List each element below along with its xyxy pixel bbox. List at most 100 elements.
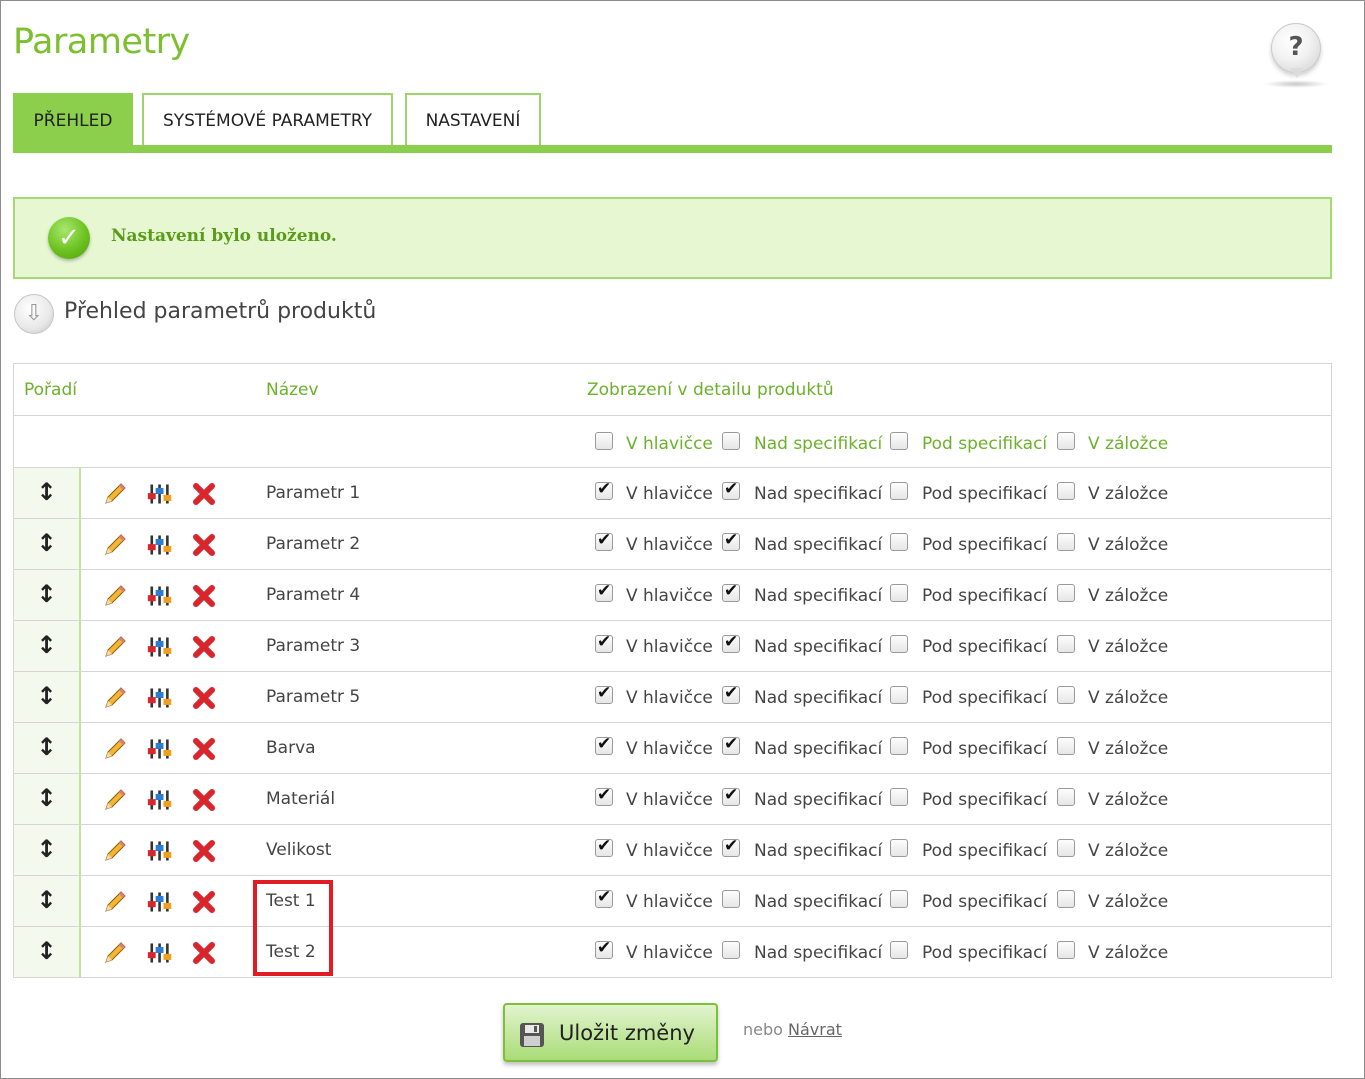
delete-icon[interactable] — [191, 889, 217, 915]
checkbox-pod[interactable] — [890, 635, 908, 653]
back-link[interactable]: Návrat — [788, 1020, 842, 1039]
pencil-icon[interactable] — [102, 634, 128, 660]
delete-icon[interactable] — [191, 481, 217, 507]
help-button[interactable]: ? — [1271, 23, 1321, 78]
filter-checkbox-nad[interactable] — [722, 432, 740, 450]
checkbox-pod[interactable] — [890, 839, 908, 857]
delete-icon[interactable] — [191, 736, 217, 762]
checkbox-pod[interactable] — [890, 533, 908, 551]
delete-icon[interactable] — [191, 583, 217, 609]
checkbox-zalozce[interactable] — [1057, 584, 1075, 602]
delete-icon[interactable] — [191, 787, 217, 813]
delete-icon[interactable] — [191, 940, 217, 966]
delete-icon[interactable] — [191, 634, 217, 660]
label-hlavicce: V hlavičce — [626, 943, 713, 963]
drag-handle[interactable]: ↕ — [14, 927, 81, 977]
checkbox-pod[interactable] — [890, 890, 908, 908]
sliders-icon[interactable] — [147, 532, 173, 558]
sliders-icon[interactable] — [147, 889, 173, 915]
checkbox-nad[interactable] — [722, 479, 740, 500]
checkbox-nad[interactable] — [722, 683, 740, 704]
arrow-down-icon[interactable]: ⇩ — [14, 294, 54, 334]
checkbox-hlavicce[interactable] — [595, 836, 613, 857]
tab-systemove-parametry[interactable]: SYSTÉMOVÉ PARAMETRY — [142, 93, 393, 145]
checkbox-hlavicce[interactable] — [595, 887, 613, 908]
checkbox-zalozce[interactable] — [1057, 737, 1075, 755]
pencil-icon[interactable] — [102, 940, 128, 966]
tab-underline — [13, 145, 1332, 153]
drag-handle[interactable]: ↕ — [14, 570, 81, 620]
checkbox-hlavicce[interactable] — [595, 938, 613, 959]
save-button[interactable]: Uložit změny — [503, 1003, 718, 1062]
checkbox-nad[interactable] — [722, 890, 740, 908]
checkbox-hlavicce[interactable] — [595, 632, 613, 653]
sliders-icon[interactable] — [147, 940, 173, 966]
sliders-icon[interactable] — [147, 685, 173, 711]
pencil-icon[interactable] — [102, 889, 128, 915]
checkbox-pod[interactable] — [890, 686, 908, 704]
pencil-icon[interactable] — [102, 481, 128, 507]
checkbox-hlavicce[interactable] — [595, 683, 613, 704]
filter-checkbox-pod[interactable] — [890, 432, 908, 450]
checkbox-pod[interactable] — [890, 941, 908, 959]
delete-icon[interactable] — [191, 685, 217, 711]
tab-prehled[interactable]: PŘEHLED — [13, 93, 133, 145]
checkbox-pod[interactable] — [890, 737, 908, 755]
delete-icon[interactable] — [191, 838, 217, 864]
label-pod: Pod specifikací — [922, 586, 1048, 606]
pencil-icon[interactable] — [102, 787, 128, 813]
checkbox-zalozce[interactable] — [1057, 482, 1075, 500]
sliders-icon[interactable] — [147, 787, 173, 813]
sliders-icon[interactable] — [147, 736, 173, 762]
checkbox-zalozce[interactable] — [1057, 635, 1075, 653]
label-nad: Nad specifikací — [754, 739, 883, 759]
delete-icon[interactable] — [191, 532, 217, 558]
checkbox-zalozce[interactable] — [1057, 533, 1075, 551]
checkbox-nad[interactable] — [722, 785, 740, 806]
pencil-icon[interactable] — [102, 685, 128, 711]
checkbox-hlavicce[interactable] — [595, 530, 613, 551]
drag-handle[interactable]: ↕ — [14, 519, 81, 569]
checkbox-zalozce[interactable] — [1057, 839, 1075, 857]
label-zalozce: V záložce — [1088, 637, 1169, 657]
checkbox-hlavicce[interactable] — [595, 734, 613, 755]
checkbox-zalozce[interactable] — [1057, 686, 1075, 704]
checkbox-hlavicce[interactable] — [595, 479, 613, 500]
checkbox-pod[interactable] — [890, 788, 908, 806]
sliders-icon[interactable] — [147, 481, 173, 507]
pencil-icon[interactable] — [102, 736, 128, 762]
checkbox-nad[interactable] — [722, 581, 740, 602]
checkbox-zalozce[interactable] — [1057, 941, 1075, 959]
drag-handle[interactable]: ↕ — [14, 723, 81, 773]
checkbox-nad[interactable] — [722, 632, 740, 653]
checkbox-nad[interactable] — [722, 734, 740, 755]
checkbox-nad[interactable] — [722, 836, 740, 857]
drag-handle[interactable]: ↕ — [14, 468, 81, 518]
sliders-icon[interactable] — [147, 634, 173, 660]
pencil-icon[interactable] — [102, 838, 128, 864]
pencil-icon[interactable] — [102, 532, 128, 558]
pencil-icon[interactable] — [102, 583, 128, 609]
checkbox-hlavicce[interactable] — [595, 581, 613, 602]
drag-handle[interactable]: ↕ — [14, 672, 81, 722]
tab-nastaveni[interactable]: NASTAVENÍ — [405, 93, 541, 145]
filter-checkbox-hlavicce[interactable] — [595, 432, 613, 450]
checkbox-hlavicce[interactable] — [595, 785, 613, 806]
checkbox-nad[interactable] — [722, 941, 740, 959]
label-pod: Pod specifikací — [922, 841, 1048, 861]
checkbox-pod[interactable] — [890, 482, 908, 500]
checkbox-nad[interactable] — [722, 530, 740, 551]
drag-handle[interactable]: ↕ — [14, 825, 81, 875]
label-nad: Nad specifikací — [754, 892, 883, 912]
checkbox-pod[interactable] — [890, 584, 908, 602]
label-pod: Pod specifikací — [922, 484, 1048, 504]
sliders-icon[interactable] — [147, 583, 173, 609]
label-pod: Pod specifikací — [922, 790, 1048, 810]
drag-handle[interactable]: ↕ — [14, 774, 81, 824]
checkbox-zalozce[interactable] — [1057, 890, 1075, 908]
checkbox-zalozce[interactable] — [1057, 788, 1075, 806]
drag-handle[interactable]: ↕ — [14, 876, 81, 926]
drag-handle[interactable]: ↕ — [14, 621, 81, 671]
filter-checkbox-zalozce[interactable] — [1057, 432, 1075, 450]
sliders-icon[interactable] — [147, 838, 173, 864]
